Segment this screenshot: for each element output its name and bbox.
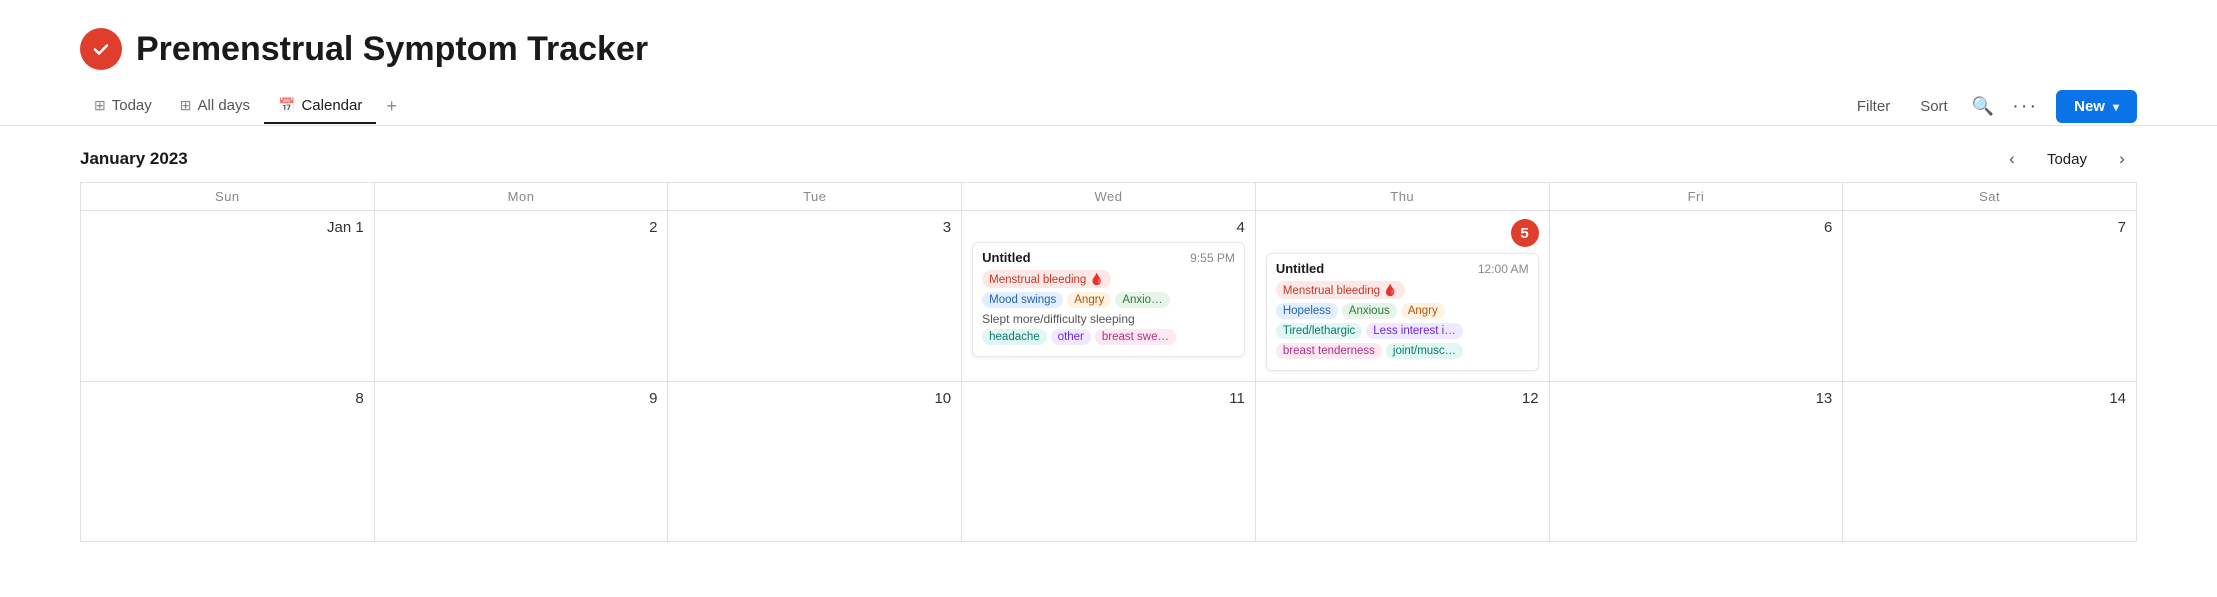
- cal-cell-jan13: 13: [1550, 382, 1844, 542]
- tab-calendar[interactable]: 📅 Calendar: [264, 89, 376, 124]
- new-button[interactable]: New ▾: [2056, 90, 2137, 123]
- cal-date-jan2: 2: [385, 219, 658, 236]
- calendar-week2: 8 9 10 11 12 13 14: [80, 382, 2137, 542]
- tag-angry-jan4: Angry: [1067, 292, 1111, 308]
- cal-cell-jan2: 2: [375, 211, 669, 382]
- more-options-button[interactable]: ···: [2012, 95, 2038, 118]
- calendar-week1: Jan 1 2 3 4 Untitled 9:55 PM Menstr: [80, 211, 2137, 382]
- cal-date-jan10: 10: [678, 390, 951, 407]
- tag-menstrual-jan5: Menstrual bleeding 🩸: [1276, 281, 1405, 299]
- day-headers: Sun Mon Tue Wed Thu Fri Sat: [80, 182, 2137, 211]
- filter-button[interactable]: Filter: [1851, 94, 1896, 119]
- prev-month-button[interactable]: ‹: [1997, 144, 2027, 174]
- tag-menstrual-jan4: Menstrual bleeding 🩸: [982, 270, 1111, 288]
- tag-breast-jan5: breast tenderness: [1276, 343, 1382, 359]
- cal-cell-jan6: 6: [1550, 211, 1844, 382]
- event-time-jan4: 9:55 PM: [1190, 251, 1235, 265]
- day-header-fri: Fri: [1550, 183, 1844, 211]
- calendar-icon: 📅: [278, 97, 295, 114]
- cal-cell-jan9: 9: [375, 382, 669, 542]
- tag-tired-jan5: Tired/lethargic: [1276, 323, 1362, 339]
- cal-date-jan1: Jan 1: [91, 219, 364, 236]
- event-tags4-jan5: breast tenderness joint/musc…: [1276, 343, 1529, 359]
- cal-date-jan6: 6: [1560, 219, 1833, 236]
- event-card-jan4[interactable]: Untitled 9:55 PM Menstrual bleeding 🩸 Mo…: [972, 242, 1245, 357]
- app-container: Premenstrual Symptom Tracker ⊞ Today ⊞ A…: [0, 0, 2217, 597]
- tag-interest-jan5: Less interest i…: [1366, 323, 1462, 339]
- cal-date-jan4: 4: [972, 219, 1245, 236]
- event-time-jan5: 12:00 AM: [1478, 262, 1529, 276]
- cal-cell-jan14: 14: [1843, 382, 2137, 542]
- cal-cell-jan7: 7: [1843, 211, 2137, 382]
- calendar-section: January 2023 ‹ Today › Sun Mon Tue Wed T…: [0, 126, 2217, 542]
- tag-breast-jan4: breast swe…: [1095, 329, 1176, 345]
- cal-cell-jan11: 11: [962, 382, 1256, 542]
- tag-anxious-jan4: Anxio…: [1115, 292, 1169, 308]
- tag-mood-jan4: Mood swings: [982, 292, 1063, 308]
- day-header-sat: Sat: [1843, 183, 2137, 211]
- cal-cell-jan1: Jan 1: [81, 211, 375, 382]
- cal-date-jan9: 9: [385, 390, 658, 407]
- event-tags1-jan5: Menstrual bleeding 🩸: [1276, 281, 1529, 299]
- cal-cell-jan3: 3: [668, 211, 962, 382]
- header: Premenstrual Symptom Tracker ⊞ Today ⊞ A…: [0, 0, 2217, 125]
- month-title: January 2023: [80, 149, 188, 169]
- page-title: Premenstrual Symptom Tracker: [136, 30, 648, 69]
- event-header-jan4: Untitled 9:55 PM: [982, 250, 1235, 265]
- new-btn-chevron-icon: ▾: [2113, 100, 2119, 114]
- add-tab-button[interactable]: +: [376, 88, 407, 125]
- tag-headache-jan4: headache: [982, 329, 1047, 345]
- event-tags3a-jan5: Tired/lethargic Less interest i…: [1276, 323, 1529, 339]
- app-icon: [80, 28, 122, 70]
- checkmark-icon: [89, 37, 113, 61]
- tag-joint-jan5: joint/musc…: [1386, 343, 1463, 359]
- cal-cell-jan8: 8: [81, 382, 375, 542]
- tag-anxious-jan5: Anxious: [1342, 303, 1397, 319]
- day-header-mon: Mon: [375, 183, 669, 211]
- cal-cell-jan4: 4 Untitled 9:55 PM Menstrual bleeding 🩸 …: [962, 211, 1256, 382]
- day-header-sun: Sun: [81, 183, 375, 211]
- event-title-jan4: Untitled: [982, 250, 1030, 265]
- cal-cell-jan12: 12: [1256, 382, 1550, 542]
- cal-cell-jan5: 5 Untitled 12:00 AM Menstrual bleeding 🩸…: [1256, 211, 1550, 382]
- cal-date-jan7: 7: [1853, 219, 2126, 236]
- grid-icon-alldays: ⊞: [180, 97, 192, 114]
- day-header-thu: Thu: [1256, 183, 1550, 211]
- tab-alldays[interactable]: ⊞ All days: [166, 89, 264, 124]
- toolbar-right: Filter Sort 🔍 ··· New ▾: [1851, 90, 2137, 123]
- cal-date-jan3: 3: [678, 219, 951, 236]
- event-text-jan4: Slept more/difficulty sleeping: [982, 312, 1235, 326]
- event-tags2-jan4: Mood swings Angry Anxio…: [982, 292, 1235, 308]
- tab-today[interactable]: ⊞ Today: [80, 89, 166, 124]
- sort-button[interactable]: Sort: [1914, 94, 1954, 119]
- cal-date-jan12: 12: [1266, 390, 1539, 407]
- event-card-jan5[interactable]: Untitled 12:00 AM Menstrual bleeding 🩸 H…: [1266, 253, 1539, 371]
- tabs: ⊞ Today ⊞ All days 📅 Calendar +: [80, 88, 407, 125]
- cal-date-jan5-today: 5: [1511, 219, 1539, 247]
- event-tags1-jan4: Menstrual bleeding 🩸: [982, 270, 1235, 288]
- today-nav-button[interactable]: Today: [2037, 147, 2097, 172]
- day-header-tue: Tue: [668, 183, 962, 211]
- title-row: Premenstrual Symptom Tracker: [80, 28, 2137, 70]
- next-month-button[interactable]: ›: [2107, 144, 2137, 174]
- tag-other-jan4: other: [1051, 329, 1091, 345]
- cal-date-jan11: 11: [972, 390, 1245, 407]
- day-header-wed: Wed: [962, 183, 1256, 211]
- toolbar: ⊞ Today ⊞ All days 📅 Calendar + Filter S…: [80, 88, 2137, 125]
- cal-date-jan14: 14: [1853, 390, 2126, 407]
- tag-angry-jan5: Angry: [1401, 303, 1445, 319]
- cal-cell-jan10: 10: [668, 382, 962, 542]
- event-tags2-jan5: Hopeless Anxious Angry: [1276, 303, 1529, 319]
- event-header-jan5: Untitled 12:00 AM: [1276, 261, 1529, 276]
- tag-hopeless-jan5: Hopeless: [1276, 303, 1338, 319]
- calendar-nav: January 2023 ‹ Today ›: [80, 126, 2137, 182]
- event-title-jan5: Untitled: [1276, 261, 1324, 276]
- cal-date-jan8: 8: [91, 390, 364, 407]
- event-tags3-jan4: headache other breast swe…: [982, 329, 1235, 345]
- search-button[interactable]: 🔍: [1972, 96, 1994, 117]
- grid-icon-today: ⊞: [94, 97, 106, 114]
- nav-right: ‹ Today ›: [1997, 144, 2137, 174]
- cal-date-jan13: 13: [1560, 390, 1833, 407]
